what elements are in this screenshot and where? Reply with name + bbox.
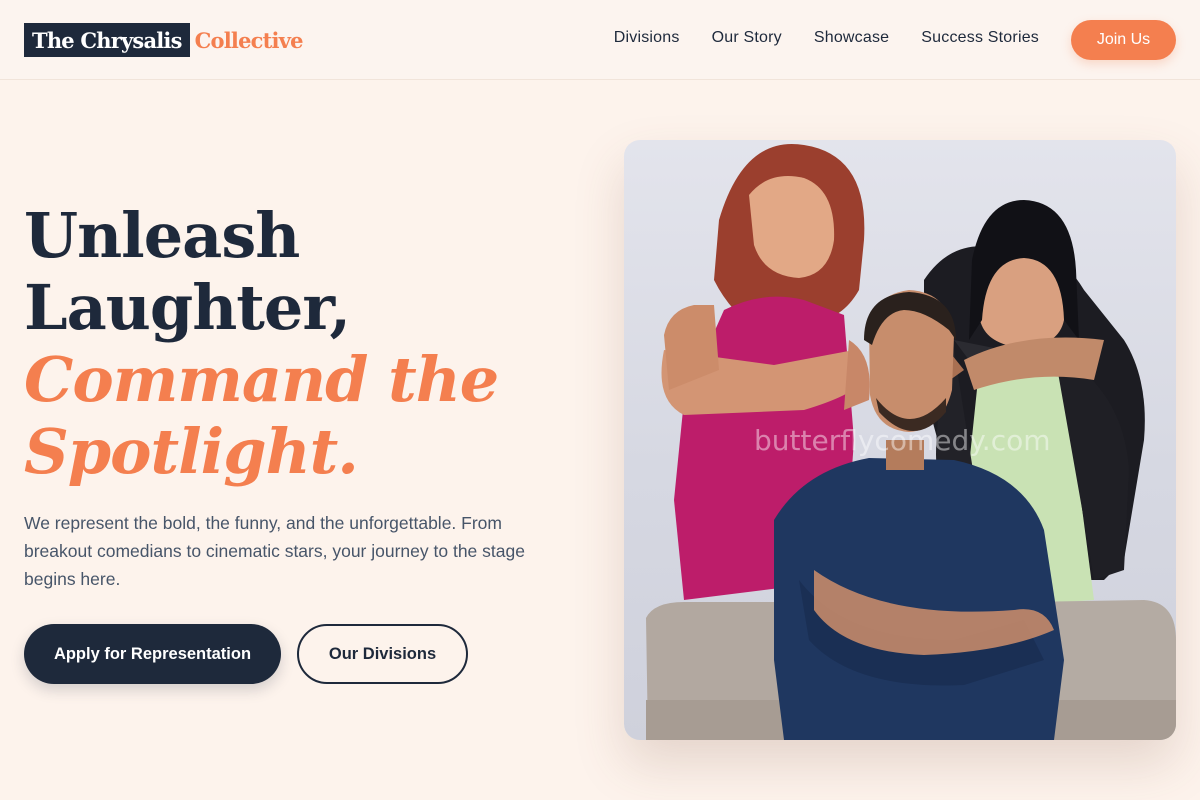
site-header: The Chrysalis Collective Divisions Our S… — [0, 0, 1200, 80]
main-nav: Divisions Our Story Showcase Success Sto… — [614, 29, 1039, 47]
nav-item-divisions[interactable]: Divisions — [614, 29, 680, 47]
headline-accent-line-2: Spotlight. — [24, 415, 359, 488]
headline-line-2: Laughter, — [24, 271, 351, 344]
headline-accent-line-1: Command the — [24, 343, 499, 416]
brand-name-accent: Collective — [194, 27, 304, 53]
join-us-button[interactable]: Join Us — [1071, 20, 1176, 60]
apply-for-representation-button[interactable]: Apply for Representation — [24, 624, 281, 684]
hero-description: We represent the bold, the funny, and th… — [24, 513, 525, 589]
brand-name-dark: The Chrysalis — [24, 23, 190, 57]
photo-watermark: butterflycomedy.com — [754, 424, 1051, 457]
hero-headline: Unleash Laughter, Command the Spotlight. — [24, 200, 584, 488]
nav-item-showcase[interactable]: Showcase — [814, 29, 889, 47]
brand-logo[interactable]: The Chrysalis Collective — [24, 23, 304, 57]
headline-line-1: Unleash — [24, 199, 300, 272]
our-divisions-button[interactable]: Our Divisions — [297, 624, 468, 684]
hero-photo: butterflycomedy.com — [624, 140, 1176, 740]
nav-item-success-stories[interactable]: Success Stories — [921, 29, 1039, 47]
nav-item-our-story[interactable]: Our Story — [712, 29, 782, 47]
